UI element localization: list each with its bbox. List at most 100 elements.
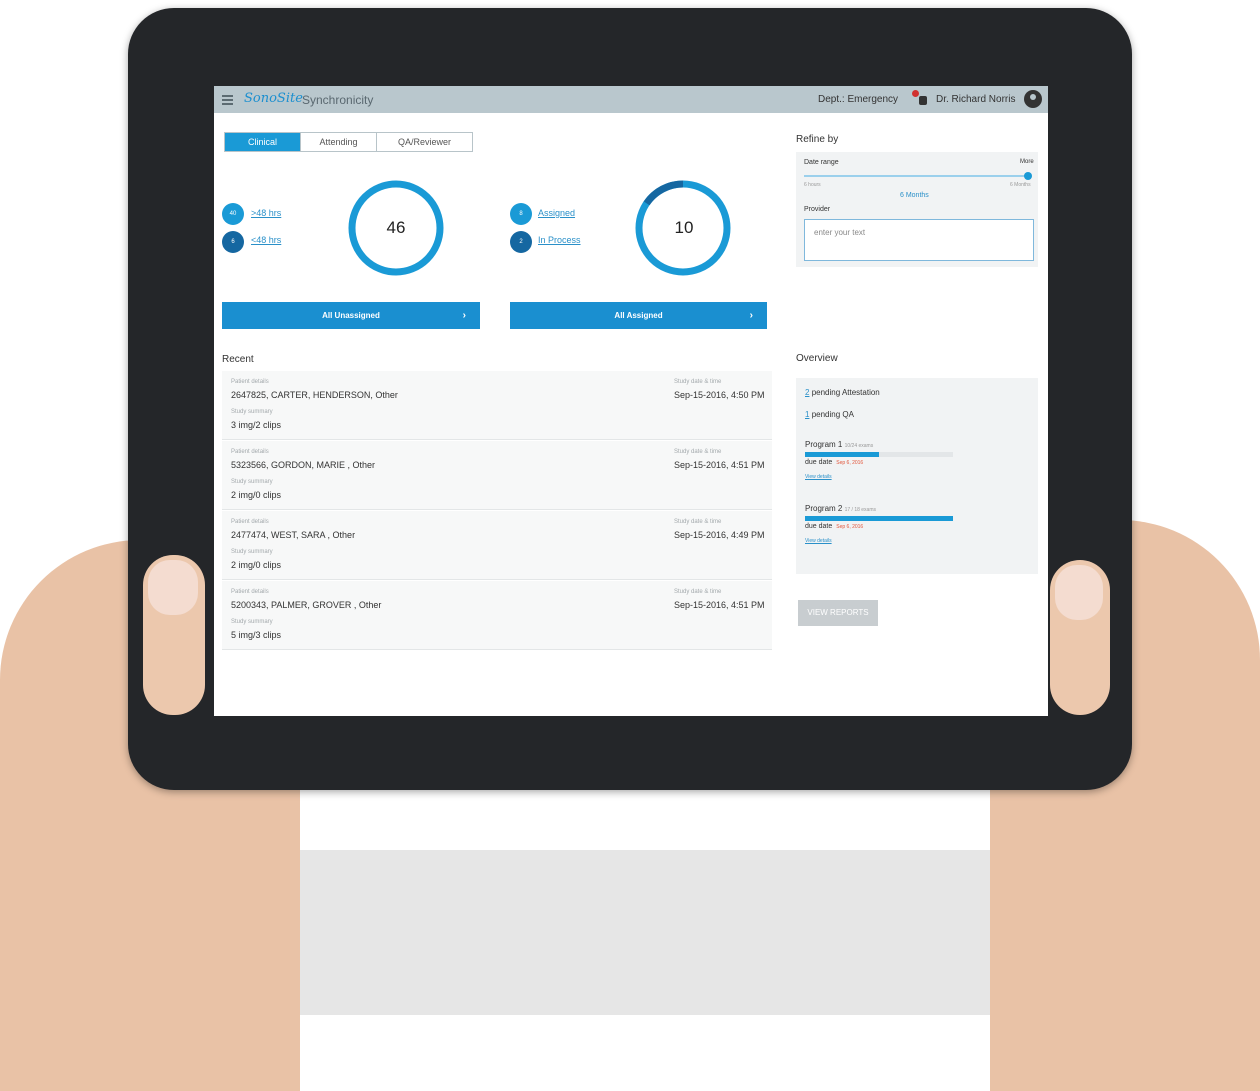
study-summary: 2 img/0 clips: [231, 560, 282, 570]
account-icon[interactable]: [1024, 90, 1042, 108]
summary-caption: Study summary: [231, 619, 273, 625]
summary-caption: Study summary: [231, 549, 273, 555]
date-caption: Study date & time: [674, 589, 722, 595]
refine-panel: Date range More 6 hours 6 Months 6 Month…: [796, 152, 1038, 267]
provider-input[interactable]: enter your text: [804, 219, 1034, 261]
app-screen: SonoSite Synchronicity Dept.: Emergency …: [214, 86, 1048, 716]
over-48-count-pill: 40: [222, 203, 244, 225]
patient-details: 5200343, PALMER, GROVER , Other: [231, 600, 382, 610]
overview-title: Overview: [796, 353, 838, 364]
brand-logo: SonoSite: [244, 91, 303, 106]
patient-caption: Patient details: [231, 379, 269, 385]
under-48-count-pill: 6: [222, 231, 244, 253]
recent-row[interactable]: Patient details 2477474, WEST, SARA , Ot…: [222, 511, 772, 580]
view-reports-button[interactable]: VIEW REPORTS: [798, 600, 878, 626]
hamburger-menu-icon[interactable]: [222, 95, 233, 105]
all-assigned-label: All Assigned: [614, 311, 663, 320]
program-2-detail: 17 / 18 exams: [844, 507, 876, 513]
in-process-count-pill: 2: [510, 231, 532, 253]
slider-max-label: 6 Months: [1010, 182, 1031, 188]
study-datetime: Sep-15-2016, 4:51 PM: [674, 460, 765, 470]
program-2-progress: [805, 516, 953, 521]
unassigned-total: 46: [386, 218, 406, 237]
slider-min-label: 6 hours: [804, 182, 821, 188]
left-thumbnail: [148, 560, 198, 615]
pending-attestation[interactable]: 2 pending Attestation: [805, 388, 880, 397]
patient-caption: Patient details: [231, 519, 269, 525]
right-thumbnail: [1055, 565, 1103, 620]
user-name[interactable]: Dr. Richard Norris: [936, 94, 1015, 105]
recent-row[interactable]: Patient details 2647825, CARTER, HENDERS…: [222, 371, 772, 440]
refine-title: Refine by: [796, 134, 839, 145]
tab-clinical[interactable]: Clinical: [225, 133, 301, 151]
program-1-due-label: due date: [805, 459, 833, 466]
pending-qa[interactable]: 1 pending QA: [805, 410, 854, 419]
program-1-progress-fill: [805, 452, 879, 457]
overview-panel: 2 pending Attestation 1 pending QA Progr…: [796, 378, 1038, 574]
program-1: Program 1 10/24 exams: [805, 440, 873, 449]
program-2-due: due date Sep 6, 2016: [805, 523, 863, 530]
summary-caption: Study summary: [231, 479, 273, 485]
notification-badge: [912, 90, 919, 97]
date-caption: Study date & time: [674, 519, 722, 525]
over-48-link[interactable]: >48 hrs: [251, 208, 281, 218]
patient-details: 5323566, GORDON, MARIE , Other: [231, 460, 376, 470]
patient-caption: Patient details: [231, 449, 269, 455]
brand-suffix: Synchronicity: [302, 93, 374, 107]
date-range-slider[interactable]: [804, 175, 1028, 177]
study-summary: 3 img/2 clips: [231, 420, 282, 430]
in-process-link[interactable]: In Process: [538, 235, 581, 245]
pending-qa-label: pending QA: [811, 410, 854, 419]
top-bar: SonoSite Synchronicity Dept.: Emergency …: [214, 86, 1048, 113]
pending-attestation-label: pending Attestation: [811, 388, 880, 397]
program-2-due-label: due date: [805, 523, 833, 530]
program-1-due-value: Sep 6, 2016: [836, 460, 864, 466]
notification-glyph: [919, 96, 927, 105]
program-2: Program 2 17 / 18 exams: [805, 504, 876, 513]
study-datetime: Sep-15-2016, 4:50 PM: [674, 390, 765, 400]
date-caption: Study date & time: [674, 379, 722, 385]
assigned-total: 10: [674, 218, 694, 237]
slider-handle[interactable]: [1024, 172, 1032, 180]
role-tabs: Clinical Attending QA/Reviewer: [224, 132, 473, 152]
all-unassigned-button[interactable]: All Unassigned ›: [222, 302, 480, 329]
selected-range-label: 6 Months: [900, 192, 929, 199]
assigned-count-pill: 8: [510, 203, 532, 225]
provider-placeholder: enter your text: [814, 228, 866, 237]
program-2-due-value: Sep 6, 2016: [836, 524, 864, 530]
tab-attending[interactable]: Attending: [301, 133, 377, 151]
pending-attestation-count: 2: [805, 388, 810, 397]
pending-qa-count: 1: [805, 410, 810, 419]
patient-details: 2647825, CARTER, HENDERSON, Other: [231, 390, 398, 400]
study-datetime: Sep-15-2016, 4:51 PM: [674, 600, 765, 610]
recent-row[interactable]: Patient details 5323566, GORDON, MARIE ,…: [222, 441, 772, 510]
program-1-name: Program 1: [805, 440, 843, 449]
notification-icon[interactable]: [912, 90, 928, 106]
program-1-progress: [805, 452, 953, 457]
program-2-progress-fill: [805, 516, 953, 521]
study-summary: 5 img/3 clips: [231, 630, 282, 640]
chevron-right-icon: ›: [749, 310, 753, 321]
date-caption: Study date & time: [674, 449, 722, 455]
recent-row[interactable]: Patient details 5200343, PALMER, GROVER …: [222, 581, 772, 650]
program-1-detail: 10/24 exams: [844, 443, 874, 449]
tab-qa-reviewer[interactable]: QA/Reviewer: [377, 133, 472, 151]
all-unassigned-label: All Unassigned: [322, 311, 380, 320]
study-summary: 2 img/0 clips: [231, 490, 282, 500]
patient-caption: Patient details: [231, 589, 269, 595]
date-range-max: More: [1020, 159, 1034, 165]
program-1-due: due date Sep 6, 2016: [805, 459, 863, 466]
recent-title: Recent: [222, 354, 254, 365]
program-1-details-link[interactable]: View details: [805, 474, 832, 480]
department-label[interactable]: Dept.: Emergency: [818, 94, 898, 105]
in-process-ring-arc: [643, 180, 684, 206]
summary-caption: Study summary: [231, 409, 273, 415]
all-assigned-button[interactable]: All Assigned ›: [510, 302, 767, 329]
patient-details: 2477474, WEST, SARA , Other: [231, 530, 356, 540]
assigned-link[interactable]: Assigned: [538, 208, 575, 218]
under-48-link[interactable]: <48 hrs: [251, 235, 281, 245]
program-2-details-link[interactable]: View details: [805, 538, 832, 544]
date-range-label: Date range: [804, 159, 839, 166]
program-2-name: Program 2: [805, 504, 843, 513]
study-datetime: Sep-15-2016, 4:49 PM: [674, 530, 765, 540]
